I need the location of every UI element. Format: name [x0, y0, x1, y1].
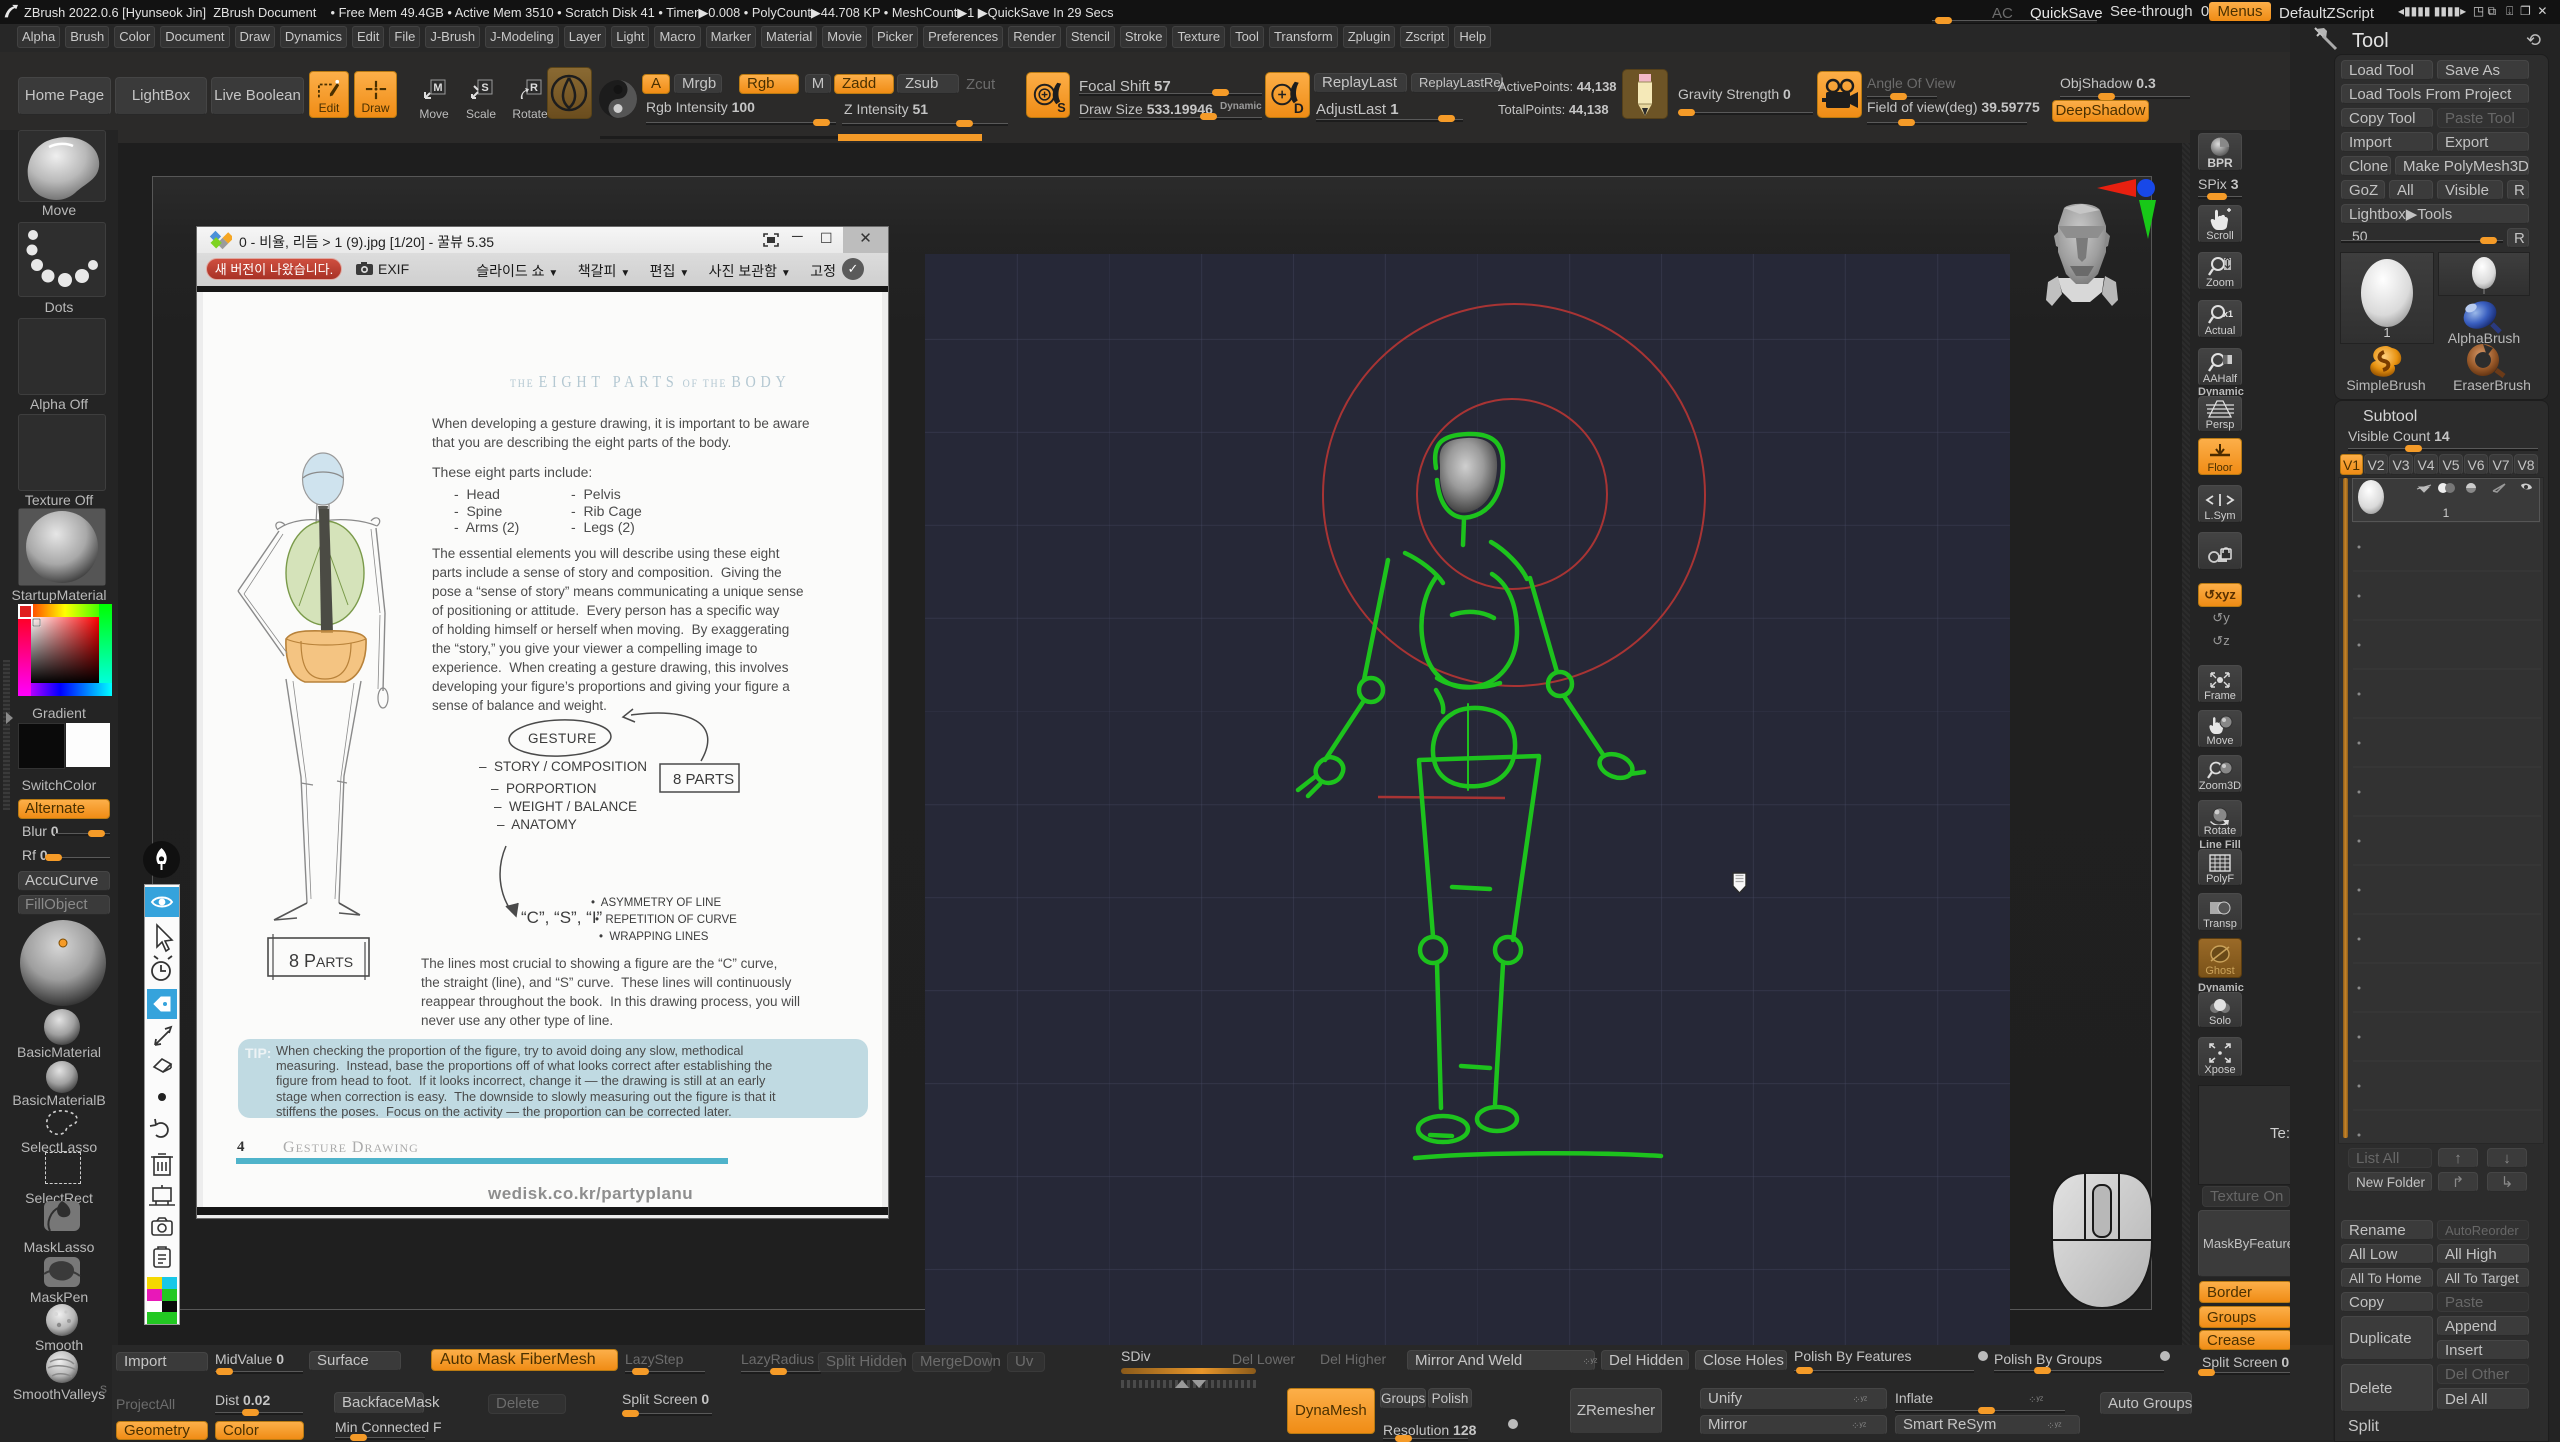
svg-text:M: M	[433, 82, 442, 94]
svg-text:1: 1	[2383, 325, 2390, 340]
svg-text:D: D	[1294, 101, 1304, 116]
svg-text:• WRAPPING LINES: • WRAPPING LINES	[599, 931, 709, 943]
svg-text:8 PARTS: 8 PARTS	[289, 951, 353, 971]
svg-text:– ANATOMY: – ANATOMY	[497, 817, 577, 832]
svg-text:“C”, “S”, “I”: “C”, “S”, “I”	[521, 908, 603, 927]
svg-text:• REPETITION OF CURVE: • REPETITION OF CURVE	[595, 914, 737, 926]
svg-text:S: S	[1057, 100, 1065, 115]
svg-text:– STORY / COMPOSITION: – STORY / COMPOSITION	[479, 759, 647, 774]
svg-text:x1: x1	[2223, 309, 2233, 319]
svg-text:8 PARTS: 8 PARTS	[673, 771, 734, 788]
svg-text:– PORPORTION: – PORPORTION	[491, 781, 597, 796]
svg-text:S: S	[481, 82, 488, 94]
svg-text:– WEIGHT / BALANCE: – WEIGHT / BALANCE	[494, 799, 637, 814]
svg-text:GESTURE: GESTURE	[528, 731, 597, 746]
svg-text:1: 1	[2443, 506, 2450, 520]
svg-text:• ASYMMETRY OF LINE: • ASYMMETRY OF LINE	[591, 897, 721, 909]
svg-text:R: R	[530, 82, 538, 94]
